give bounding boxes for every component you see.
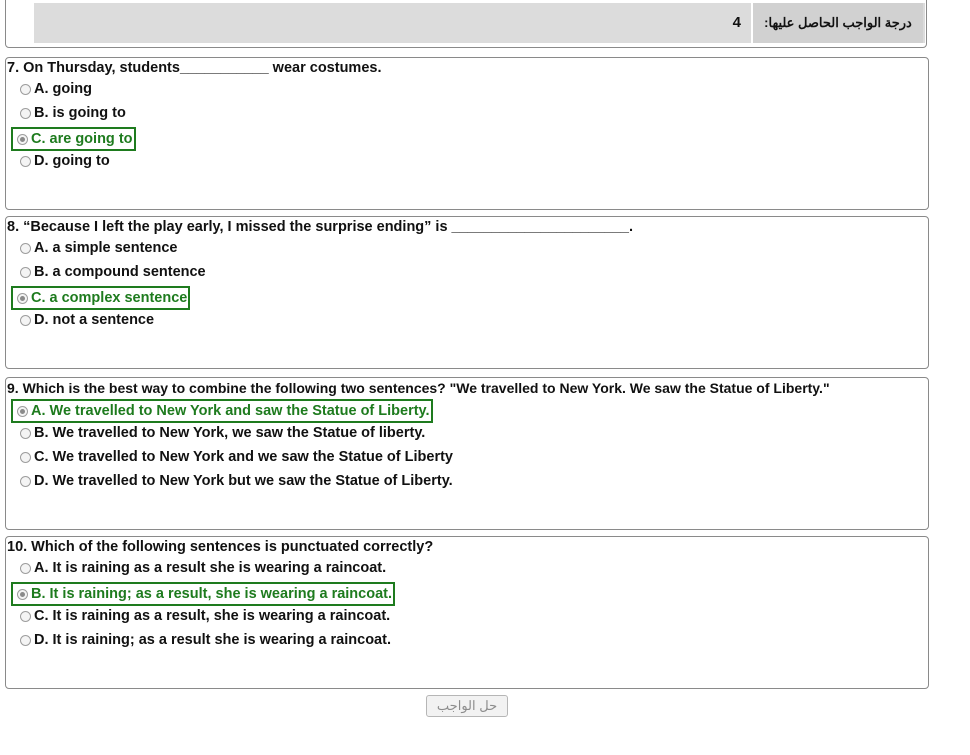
score-value: 4: [732, 14, 741, 31]
option-b[interactable]: B. is going to: [20, 103, 126, 123]
option-label: D. not a sentence: [34, 312, 155, 328]
radio-icon[interactable]: [20, 634, 31, 646]
option-label: A. We travelled to New York and saw the …: [31, 403, 430, 419]
option-b[interactable]: B. a compound sentence: [20, 262, 206, 282]
question-text: 10. Which of the following sentences is …: [7, 539, 434, 555]
option-label: C. We travelled to New York and we saw t…: [34, 449, 453, 465]
radio-icon[interactable]: [20, 155, 31, 167]
option-c[interactable]: C. We travelled to New York and we saw t…: [20, 447, 453, 467]
question-7: 7. On Thursday, students___________ wear…: [5, 57, 929, 210]
option-label: C. are going to: [31, 131, 133, 147]
radio-icon[interactable]: [17, 292, 28, 304]
question-8: 8. “Because I left the play early, I mis…: [5, 216, 929, 369]
option-d[interactable]: D. going to: [20, 151, 110, 171]
option-a-selected[interactable]: A. We travelled to New York and saw the …: [11, 399, 433, 423]
question-10: 10. Which of the following sentences is …: [5, 536, 929, 689]
option-label: C. It is raining as a result, she is wea…: [34, 608, 391, 624]
option-b[interactable]: B. We travelled to New York, we saw the …: [20, 423, 425, 443]
radio-icon[interactable]: [20, 314, 31, 326]
option-a[interactable]: A. going: [20, 79, 92, 99]
option-label: D. We travelled to New York but we saw t…: [34, 473, 453, 489]
option-a[interactable]: A. It is raining as a result she is wear…: [20, 558, 386, 578]
option-label: B. It is raining; as a result, she is we…: [31, 586, 393, 602]
option-label: A. It is raining as a result she is wear…: [34, 560, 387, 576]
option-b-selected[interactable]: B. It is raining; as a result, she is we…: [11, 582, 396, 606]
question-text: 7. On Thursday, students___________ wear…: [7, 60, 382, 76]
radio-icon[interactable]: [20, 475, 31, 487]
option-label: D. going to: [34, 153, 110, 169]
option-label: C. a complex sentence: [31, 290, 188, 306]
option-label: B. a compound sentence: [34, 264, 206, 280]
option-c[interactable]: C. It is raining as a result, she is wea…: [20, 606, 390, 626]
option-label: D. It is raining; as a result she is wea…: [34, 632, 391, 648]
option-a[interactable]: A. a simple sentence: [20, 238, 177, 258]
option-c-selected[interactable]: C. a complex sentence: [11, 286, 191, 310]
option-label: A. going: [34, 81, 92, 97]
radio-icon[interactable]: [20, 266, 31, 278]
radio-icon[interactable]: [20, 451, 31, 463]
option-d[interactable]: D. We travelled to New York but we saw t…: [20, 471, 453, 491]
radio-icon[interactable]: [17, 405, 28, 417]
radio-icon[interactable]: [20, 610, 31, 622]
score-label: درجة الواجب الحاصل عليها:: [751, 3, 923, 43]
option-label: B. is going to: [34, 105, 126, 121]
radio-icon[interactable]: [17, 588, 28, 600]
radio-icon[interactable]: [20, 427, 31, 439]
option-c-selected[interactable]: C. are going to: [11, 127, 136, 151]
radio-icon[interactable]: [20, 107, 31, 119]
option-d[interactable]: D. not a sentence: [20, 310, 154, 330]
radio-icon[interactable]: [20, 562, 31, 574]
option-d[interactable]: D. It is raining; as a result she is wea…: [20, 630, 391, 650]
submit-button[interactable]: حل الواجب: [426, 695, 508, 717]
question-text: 9. Which is the best way to combine the …: [7, 380, 830, 396]
option-label: A. a simple sentence: [34, 240, 178, 256]
question-9: 9. Which is the best way to combine the …: [5, 377, 929, 530]
score-bar: 4 درجة الواجب الحاصل عليها:: [34, 3, 925, 43]
radio-icon[interactable]: [20, 242, 31, 254]
option-label: B. We travelled to New York, we saw the …: [34, 425, 426, 441]
radio-icon[interactable]: [20, 83, 31, 95]
score-panel: 4 درجة الواجب الحاصل عليها:: [5, 0, 927, 48]
radio-icon[interactable]: [17, 133, 28, 145]
question-text: 8. “Because I left the play early, I mis…: [7, 219, 633, 235]
